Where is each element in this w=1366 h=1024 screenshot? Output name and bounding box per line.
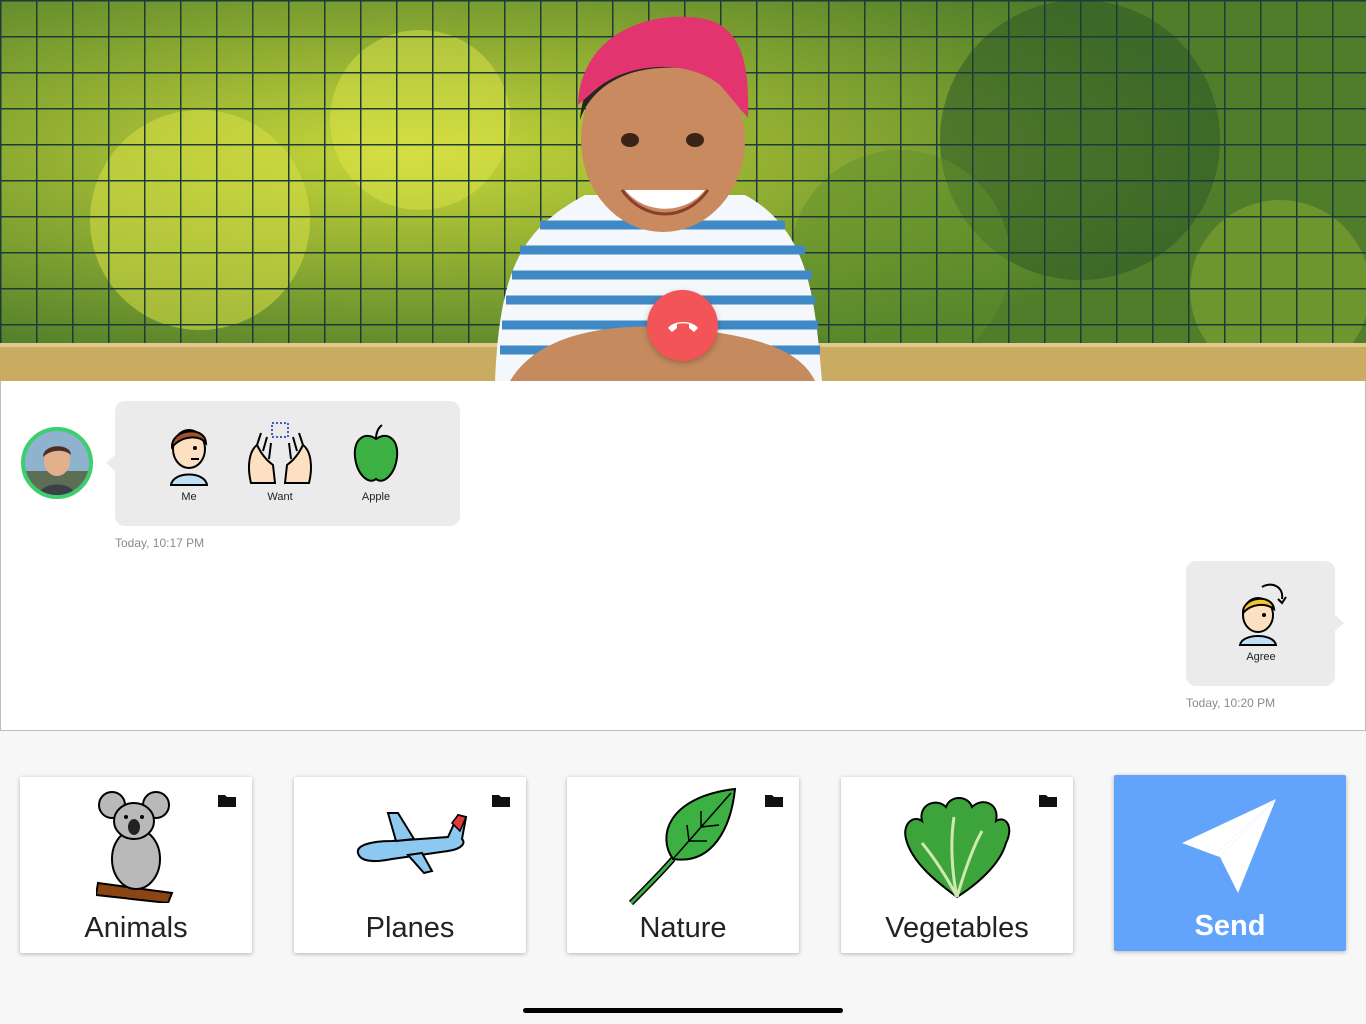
paper-plane-icon: [1182, 799, 1276, 893]
tile-nature[interactable]: Nature: [567, 777, 799, 953]
symbol-label: Want: [267, 491, 293, 503]
symbol-apple: Apple: [351, 423, 401, 503]
symbol-label: Me: [181, 491, 197, 503]
symbol-me: Me: [161, 417, 217, 503]
tile-label: Animals: [84, 912, 188, 944]
airplane-icon: [356, 812, 468, 875]
symbol-agree: Agree: [1232, 577, 1290, 663]
symbol-label: Agree: [1246, 651, 1276, 663]
symbol-want: Want: [243, 417, 317, 503]
incoming-message-bubble[interactable]: Me Want Apple: [106, 401, 460, 526]
hangup-button[interactable]: [647, 290, 718, 361]
tile-planes[interactable]: Planes: [294, 777, 526, 953]
symbol-label: Apple: [361, 491, 391, 503]
outgoing-timestamp: Today, 10:20 PM: [1186, 696, 1276, 710]
home-indicator[interactable]: [523, 1008, 843, 1013]
tile-animals[interactable]: Animals: [20, 777, 252, 953]
send-label: Send: [1194, 910, 1266, 942]
phone-hangup-icon: [667, 321, 698, 332]
person-me-icon: [169, 429, 209, 486]
tile-label: Nature: [639, 912, 727, 944]
person-agree-icon: [1238, 583, 1287, 646]
conversation-panel: Me Want Apple Today, 10:17 PM Agree Toda…: [0, 381, 1366, 731]
tile-vegetables[interactable]: Vegetables: [841, 777, 1073, 953]
tile-label: Vegetables: [885, 912, 1029, 944]
koala-icon: [96, 791, 174, 903]
symbol-board: Animals Planes Nature Vegetables Send: [0, 731, 1366, 1024]
tile-label: Planes: [365, 912, 455, 944]
leaf-icon: [628, 787, 737, 905]
send-button[interactable]: Send: [1114, 775, 1346, 951]
apple-icon: [353, 424, 399, 482]
folder-icon: [492, 795, 510, 807]
contact-avatar[interactable]: [21, 427, 93, 499]
hands-want-icon: [248, 422, 312, 484]
incoming-timestamp: Today, 10:17 PM: [115, 536, 205, 550]
avatar-photo: [25, 431, 89, 495]
lettuce-icon: [904, 797, 1011, 899]
outgoing-message-bubble[interactable]: Agree: [1186, 561, 1344, 686]
